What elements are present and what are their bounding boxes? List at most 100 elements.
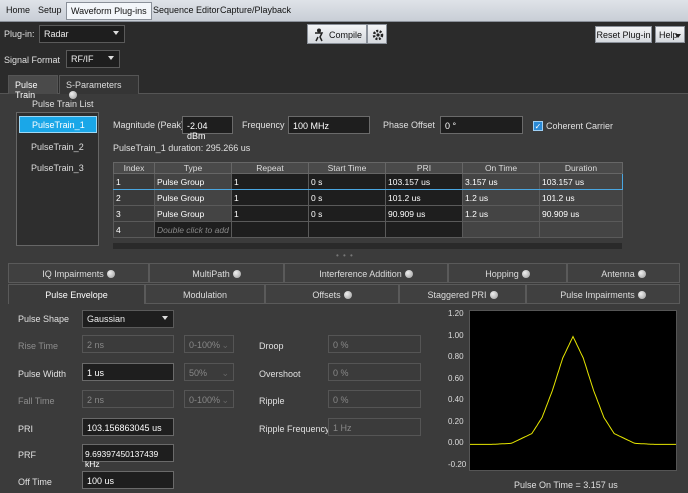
table-cell[interactable]: Pulse Group [154,205,232,222]
splitter-grip-icon: • • • [336,251,354,260]
rise-range-select[interactable]: 0-100% ⌄ [184,335,234,353]
ripple-field[interactable]: 0 % [328,390,421,408]
table-cell[interactable]: 103.157 us [539,173,623,190]
column-header[interactable]: Repeat [231,162,309,174]
fall-time-label: Fall Time [18,396,55,406]
table-cell[interactable] [539,221,623,238]
tab-label: Pulse Envelope [45,290,108,300]
signal-format-row: Signal Format RF/IF [0,46,688,72]
menu-waveform-plugins[interactable]: Waveform Plug-ins [66,2,152,20]
signal-format-value: RF/IF [71,54,94,64]
add-row-placeholder[interactable]: Double click to add [154,221,232,238]
column-header[interactable]: Index [113,162,155,174]
panel-splitter[interactable]: • • • [0,250,688,262]
table-cell[interactable]: 1 [113,173,155,190]
table-cell[interactable] [462,221,540,238]
table-row[interactable]: 3 Pulse Group 1 0 s 90.909 us 1.2 us 90.… [113,205,623,222]
plugin-select[interactable]: Radar [39,25,125,43]
tab-iq-impairments[interactable]: IQ Impairments [8,263,149,283]
status-dot-icon [637,270,646,278]
table-cell[interactable]: Pulse Group [154,189,232,206]
table-cell[interactable]: 101.2 us [539,189,623,206]
reset-plugin-button[interactable]: Reset Plug-in [595,26,652,43]
table-cell[interactable]: 90.909 us [385,205,463,222]
prf-field[interactable]: 9.69397450137439 kHz [82,444,174,469]
table-cell[interactable]: Pulse Group [154,173,232,190]
list-item[interactable]: PulseTrain_2 [19,138,97,155]
tab-antenna[interactable]: Antenna [567,263,680,283]
width-range-select[interactable]: 50% ⌄ [184,363,234,381]
column-header[interactable]: Duration [539,162,623,174]
width-range-value: 50% [189,368,208,378]
chevron-down-icon [162,316,168,320]
table-cell[interactable]: 1.2 us [462,205,540,222]
fall-time-field[interactable]: 2 ns [82,390,174,408]
fall-range-value: 0-100% [189,395,221,405]
list-item[interactable]: PulseTrain_3 [19,159,97,176]
chart-series-line [470,335,676,445]
compile-button[interactable]: Compile [307,24,367,44]
table-cell[interactable]: 1 [231,205,309,222]
menu-setup[interactable]: Setup [38,5,62,15]
table-cell[interactable]: 1 [231,189,309,206]
table-cell[interactable]: 1.2 us [462,189,540,206]
menu-capture-playback[interactable]: Capture/Playback [220,5,291,15]
column-header[interactable]: PRI [385,162,463,174]
table-cell[interactable]: 0 s [308,173,386,190]
table-row[interactable]: 4 Double click to add [113,221,623,238]
tab-hopping[interactable]: Hopping [448,263,567,283]
table-cell[interactable]: 4 [113,221,155,238]
column-header[interactable]: On Time [462,162,540,174]
tab-pulse-envelope[interactable]: Pulse Envelope [8,284,145,304]
tab-s-parameters[interactable]: S-Parameters [59,75,139,99]
table-cell[interactable]: 2 [113,189,155,206]
table-cell[interactable] [308,221,386,238]
droop-field[interactable]: 0 % [328,335,421,353]
tab-multipath[interactable]: MultiPath [149,263,284,283]
off-time-field[interactable]: 100 us [82,471,174,489]
signal-format-select[interactable]: RF/IF [66,50,120,68]
column-header[interactable]: Type [154,162,232,174]
table-row[interactable]: 1 Pulse Group 1 0 s 103.157 us 3.157 us … [113,173,623,190]
table-cell[interactable]: 1 [231,173,309,190]
tab-staggered-pri[interactable]: Staggered PRI [399,284,526,304]
tab-pulse-impairments[interactable]: Pulse Impairments [526,284,680,304]
pulse-width-field[interactable]: 1 us [82,363,174,381]
table-cell[interactable]: 3 [113,205,155,222]
chart-y-tick-label: 0.60 [448,373,464,383]
fall-range-select[interactable]: 0-100% ⌄ [184,390,234,408]
tab-pulse-train[interactable]: Pulse Train [8,75,58,100]
overshoot-label: Overshoot [259,369,301,379]
overshoot-field[interactable]: 0 % [328,363,421,381]
help-button[interactable]: Help [655,26,685,43]
magnitude-field[interactable]: -2.04 dBm [182,116,233,141]
table-cell[interactable]: 3.157 us [462,173,540,190]
frequency-field[interactable]: 100 MHz [288,116,370,134]
tab-offsets[interactable]: Offsets [265,284,399,304]
table-cell[interactable]: 101.2 us [385,189,463,206]
list-item[interactable]: PulseTrain_1 [19,116,97,133]
menu-sequence-editor[interactable]: Sequence Editor [153,5,220,15]
phase-offset-field[interactable]: 0 ° [440,116,523,134]
pulse-shape-select[interactable]: Gaussian [82,310,174,328]
tab-interference-addition[interactable]: Interference Addition [284,263,448,283]
rise-time-field[interactable]: 2 ns [82,335,174,353]
tab-modulation[interactable]: Modulation [145,284,265,304]
table-row[interactable]: 2 Pulse Group 1 0 s 101.2 us 1.2 us 101.… [113,189,623,206]
column-header[interactable]: Start Time [308,162,386,174]
table-scroll-area[interactable] [113,243,622,249]
table-cell[interactable] [231,221,309,238]
table-cell[interactable] [385,221,463,238]
help-dropdown-icon [675,34,681,38]
ripple-frequency-field[interactable]: 1 Hz [328,418,421,436]
status-dot-icon [69,91,77,99]
table-cell[interactable]: 103.157 us [385,173,463,190]
table-cell[interactable]: 0 s [308,205,386,222]
compile-settings-button[interactable] [367,24,387,44]
coherent-carrier-checkbox[interactable]: ✓ [533,121,543,131]
table-cell[interactable]: 0 s [308,189,386,206]
pri-field[interactable]: 103.156863045 us [82,418,174,436]
table-cell[interactable]: 90.909 us [539,205,623,222]
tab-s-parameters-label: S-Parameters [66,80,122,90]
menu-home[interactable]: Home [6,5,30,15]
